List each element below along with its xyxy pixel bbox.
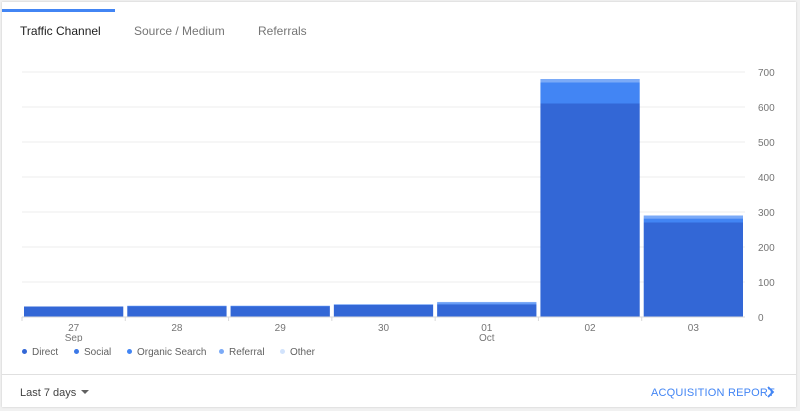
bar-direct-30[interactable] [333,304,434,317]
legend-item-other: Other [280,347,315,358]
bar-direct-02[interactable] [540,103,640,318]
legend-dot-organic-search [127,348,132,354]
x-tick-sublabel-sep: Sep [65,333,83,342]
y-tick-label: 200 [758,243,775,254]
legend-label-social: Social [84,347,112,358]
legend-item-direct: Direct [22,347,58,358]
y-tick-label: 400 [758,173,775,184]
chevron-right-icon[interactable] [766,385,776,399]
x-tick-label-29: 29 [275,323,287,334]
legend-label-referral: Referral [229,347,265,358]
legend-label-other: Other [290,347,316,358]
caret-down-icon [81,390,90,395]
legend-item-referral: Referral [219,347,265,358]
bar-direct-29[interactable] [230,306,330,317]
bar-organic-search-03[interactable] [643,218,743,223]
legend-dot-referral [219,348,224,354]
date-range-dropdown[interactable]: Last 7 days [20,387,90,399]
legend-item-organic-search: Organic Search [127,347,206,358]
legend-label-organic-search: Organic Search [137,347,207,358]
bar-referral-01[interactable] [437,301,537,304]
y-tick-label: 100 [758,278,775,289]
y-tick-label: 300 [758,208,775,219]
x-tick-sublabel-oct: Oct [479,333,495,342]
bar-organic-search-01[interactable] [437,303,537,305]
bar-organic-search-29[interactable] [230,305,330,307]
bar-direct-03[interactable] [643,222,743,318]
legend-dot-direct [22,348,27,354]
chart-bars [24,79,743,317]
bar-direct-01[interactable] [437,304,537,317]
bar-organic-search-02[interactable] [540,82,640,104]
x-tick-label-02: 02 [585,323,597,334]
traffic-chart: 010020030040050060070027Sep28 29 30 01Oct02… [21,68,775,342]
footer-divider [2,374,796,375]
y-tick-label: 700 [758,68,775,79]
bar-organic-search-30[interactable] [333,304,434,305]
bar-organic-search-28[interactable] [127,305,227,307]
bar-direct-28[interactable] [127,306,227,317]
acquisition-report-link[interactable]: ACQUISITION REPORT [651,387,775,399]
x-tick-label-28: 28 [171,323,183,334]
bar-referral-03[interactable] [643,215,743,219]
bar-referral-02[interactable] [540,79,640,83]
y-tick-label: 0 [758,313,764,324]
y-tick-label: 600 [758,103,775,114]
y-tick-label: 500 [758,138,775,149]
bar-direct-27[interactable] [24,306,124,318]
legend-item-social: Social [74,347,111,358]
x-tick-label-03: 03 [688,323,700,334]
date-range-label: Last 7 days [20,387,77,399]
legend-dot-social [74,348,79,354]
legend-dot-other [280,348,285,354]
legend-label-direct: Direct [32,347,59,358]
traffic-card: Traffic Channel Source / Medium Referral… [2,2,796,407]
x-tick-label-30: 30 [378,323,390,334]
